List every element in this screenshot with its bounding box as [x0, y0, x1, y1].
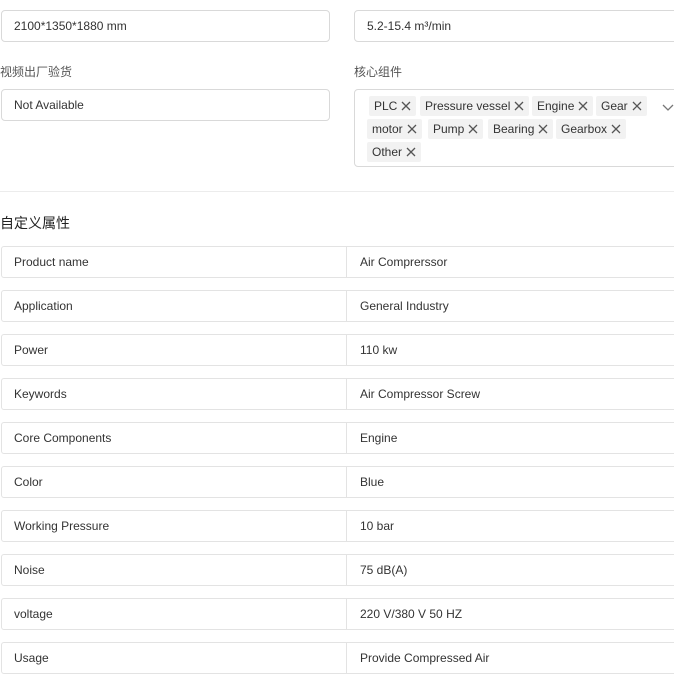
tag-label: Bearing: [493, 122, 535, 136]
table-row: Power 110 kw: [1, 334, 674, 366]
attribute-key: Noise: [2, 555, 347, 585]
tag-label: Gearbox: [561, 122, 608, 136]
tag-motor: motor: [367, 119, 422, 139]
attribute-key: Working Pressure: [2, 511, 347, 541]
attribute-value: 75 dB(A): [360, 563, 408, 577]
tag-label: Other: [372, 145, 403, 159]
tag-gear: Gear: [596, 96, 647, 116]
close-icon[interactable]: [577, 100, 589, 112]
table-row: Product name Air Comprerssor: [1, 246, 674, 278]
tag-label: Engine: [537, 99, 575, 113]
tag-gearbox: Gearbox: [556, 119, 627, 139]
flow-rate-value: 5.2-15.4 m³/min: [367, 19, 452, 33]
chevron-down-icon[interactable]: [661, 100, 674, 114]
tag-label: motor: [372, 122, 403, 136]
close-icon[interactable]: [406, 123, 418, 135]
close-icon[interactable]: [467, 123, 479, 135]
tag-engine: Engine: [532, 96, 594, 116]
tag-label: PLC: [374, 99, 398, 113]
table-row: Color Blue: [1, 466, 674, 498]
attribute-value: 110 kw: [360, 343, 398, 357]
attribute-key: voltage: [2, 599, 347, 629]
close-icon[interactable]: [610, 123, 622, 135]
table-row: Usage Provide Compressed Air: [1, 642, 674, 674]
attribute-value: Blue: [360, 475, 385, 489]
attribute-key: Color: [2, 467, 347, 497]
attribute-key: Usage: [2, 643, 347, 673]
core-components-label: 核心组件: [354, 65, 403, 79]
flow-rate-input[interactable]: 5.2-15.4 m³/min: [354, 10, 674, 42]
attribute-value: Engine: [360, 431, 398, 445]
tag-label: Pressure vessel: [425, 99, 511, 113]
video-inspection-value: Not Available: [14, 98, 84, 112]
close-icon[interactable]: [400, 100, 412, 112]
attribute-value: General Industry: [360, 299, 449, 313]
attribute-key: Product name: [2, 247, 347, 277]
tag-label: Pump: [433, 122, 465, 136]
video-inspection-label: 视频出厂验货: [0, 65, 73, 79]
tag-label: Gear: [601, 99, 628, 113]
attribute-key: Power: [2, 335, 347, 365]
attribute-key: Core Components: [2, 423, 347, 453]
attribute-value: 220 V/380 V 50 HZ: [360, 607, 463, 621]
table-row: Keywords Air Compressor Screw: [1, 378, 674, 410]
table-row: Application General Industry: [1, 290, 674, 322]
tag-pump: Pump: [428, 119, 484, 139]
tag-other: Other: [367, 142, 422, 162]
close-icon[interactable]: [405, 146, 417, 158]
attribute-key: Application: [2, 291, 347, 321]
tag-bearing: Bearing: [488, 119, 554, 139]
table-row: Core Components Engine: [1, 422, 674, 454]
attribute-key: Keywords: [2, 379, 347, 409]
close-icon[interactable]: [513, 100, 525, 112]
core-components-select[interactable]: PLC Pressure vessel Engine Gear motor Pu…: [354, 89, 674, 167]
close-icon[interactable]: [631, 100, 643, 112]
custom-attributes-title: 自定义属性: [0, 215, 70, 231]
tag-plc: PLC: [369, 96, 417, 116]
tag-pressure-vessel: Pressure vessel: [420, 96, 530, 116]
table-row: voltage 220 V/380 V 50 HZ: [1, 598, 674, 630]
attribute-value: Air Compressor Screw: [360, 387, 481, 401]
table-row: Working Pressure 10 bar: [1, 510, 674, 542]
attribute-value: Provide Compressed Air: [360, 651, 490, 665]
attribute-value: Air Comprerssor: [360, 255, 448, 269]
close-icon[interactable]: [537, 123, 549, 135]
size-input[interactable]: 2100*1350*1880 mm: [1, 10, 330, 42]
size-value: 2100*1350*1880 mm: [14, 19, 127, 33]
table-row: Noise 75 dB(A): [1, 554, 674, 586]
section-divider: [0, 191, 674, 192]
attribute-value: 10 bar: [360, 519, 395, 533]
video-inspection-input[interactable]: Not Available: [1, 89, 330, 121]
